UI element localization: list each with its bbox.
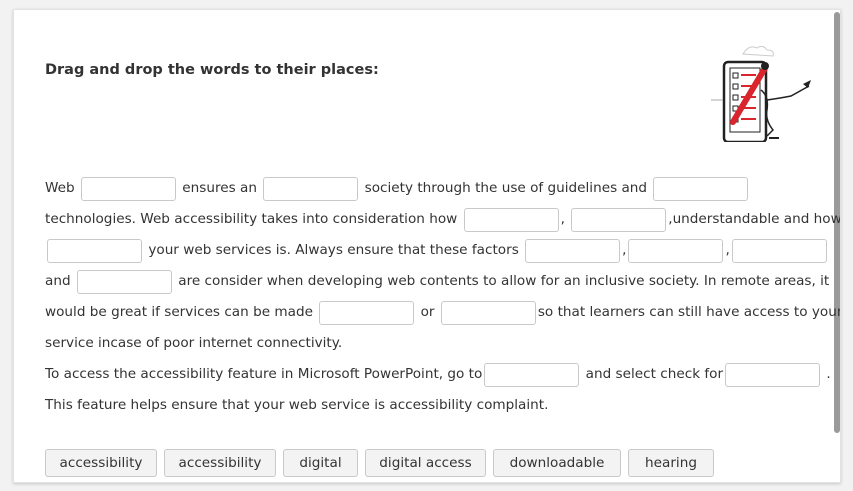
sentence-line-8: This feature helps ensure that your web … — [45, 390, 548, 421]
sentence-text: , — [560, 211, 565, 227]
drop-zone-6[interactable] — [47, 238, 142, 263]
sentence-text: ,understandable and how — [668, 211, 841, 227]
drop-zone-3[interactable] — [653, 176, 749, 201]
sentence-text: so that learners can still have access t… — [537, 304, 841, 320]
word-chip-hearing[interactable]: hearing — [628, 449, 714, 477]
word-chip-digital-access[interactable]: digital access — [365, 449, 486, 477]
drop-zone-11[interactable] — [319, 300, 415, 325]
question-title: Drag and drop the words to their places: — [45, 62, 379, 78]
sentence-text: service incase of poor internet connecti… — [45, 335, 343, 351]
drop-zone-9[interactable] — [731, 238, 827, 263]
sentence-text: or — [420, 304, 435, 320]
sentence-text: and — [45, 273, 71, 289]
drop-zone-1[interactable] — [80, 176, 176, 201]
drop-zone-4[interactable] — [463, 207, 559, 232]
sentence-text: , — [622, 242, 627, 258]
sentence-line-1: Web ensures an society through the use o… — [45, 173, 750, 204]
checklist-illustration — [711, 45, 811, 142]
sentence-text: This feature helps ensure that your web … — [45, 397, 549, 413]
sentence-line-6: service incase of poor internet connecti… — [45, 328, 342, 359]
sentence-text: Web — [45, 180, 75, 196]
sentence-text: technologies. Web accessibility takes in… — [45, 211, 458, 227]
word-chip-accessibility[interactable]: accessibility — [164, 449, 276, 477]
sentence-text: society through the use of guidelines an… — [364, 180, 648, 196]
sentence-line-2: technologies. Web accessibility takes in… — [45, 204, 841, 235]
sentence-text: are consider when developing web content… — [178, 273, 830, 289]
sentence-text: ensures an — [182, 180, 257, 196]
sentence-text: , — [725, 242, 730, 258]
word-chip-accessibility[interactable]: accessibility — [45, 449, 157, 477]
drop-zone-8[interactable] — [628, 238, 724, 263]
sentence-line-7: To access the accessibility feature in M… — [45, 359, 831, 390]
drop-zone-14[interactable] — [725, 362, 821, 387]
drop-zone-10[interactable] — [76, 269, 172, 294]
word-chip-digital[interactable]: digital — [283, 449, 358, 477]
sentence-text: To access the accessibility feature in M… — [45, 366, 483, 382]
drop-zone-2[interactable] — [263, 176, 359, 201]
drop-zone-5[interactable] — [571, 207, 667, 232]
sentence-line-3: your web services is. Always ensure that… — [45, 235, 829, 266]
sentence-line-4: and are consider when developing web con… — [45, 266, 829, 297]
sentence-text: and select check for — [585, 366, 724, 382]
drop-zone-12[interactable] — [440, 300, 536, 325]
question-card: Drag and drop the words to their places:… — [13, 9, 841, 483]
sentence-line-5: would be great if services can be made o… — [45, 297, 841, 328]
sentence-text: . — [826, 366, 831, 382]
sentence-text: would be great if services can be made — [45, 304, 313, 320]
sentence-text: your web services is. Always ensure that… — [148, 242, 519, 258]
drop-zone-7[interactable] — [525, 238, 621, 263]
drop-zone-13[interactable] — [484, 362, 580, 387]
word-chip-downloadable[interactable]: downloadable — [493, 449, 621, 477]
